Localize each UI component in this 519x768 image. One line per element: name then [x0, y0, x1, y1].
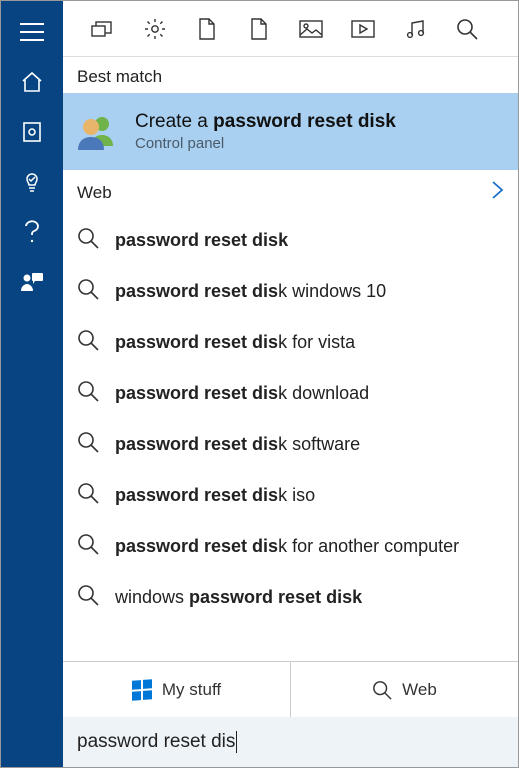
photo-icon: [299, 20, 323, 38]
search-icon: [77, 329, 99, 356]
lightbulb-check-icon: [20, 170, 44, 194]
help-button[interactable]: [1, 207, 63, 257]
best-match-title: Create a password reset disk: [135, 111, 396, 133]
notebook-icon: [21, 121, 43, 143]
web-result[interactable]: password reset disk iso: [63, 470, 518, 521]
search-icon: [77, 584, 99, 611]
web-result[interactable]: password reset disk: [63, 215, 518, 266]
my-stuff-button[interactable]: My stuff: [63, 662, 290, 717]
cortana-sidebar: [1, 1, 63, 767]
web-result[interactable]: password reset disk for vista: [63, 317, 518, 368]
search-icon: [372, 680, 392, 700]
web-result[interactable]: password reset disk software: [63, 419, 518, 470]
search-icon: [77, 482, 99, 509]
text-caret: [236, 731, 237, 753]
home-button[interactable]: [1, 57, 63, 107]
settings-filter[interactable]: [143, 17, 167, 41]
document-icon: [198, 18, 216, 40]
best-match-subtitle: Control panel: [135, 135, 396, 152]
folder-icon: [250, 18, 268, 40]
search-icon: [456, 18, 478, 40]
web-label: Web: [77, 183, 112, 203]
web-scope-label: Web: [402, 680, 437, 700]
windows-logo-icon: [132, 679, 152, 700]
search-icon: [77, 380, 99, 407]
tips-button[interactable]: [1, 157, 63, 207]
search-panel: Best match Create a password reset disk …: [63, 1, 518, 767]
gear-icon: [144, 18, 166, 40]
videos-filter[interactable]: [351, 17, 375, 41]
video-icon: [351, 20, 375, 38]
web-results-list: password reset disk password reset disk w…: [63, 211, 518, 661]
search-query-text: password reset dis: [77, 731, 235, 753]
my-stuff-label: My stuff: [162, 680, 221, 700]
best-match-result[interactable]: Create a password reset disk Control pan…: [63, 93, 518, 170]
feedback-button[interactable]: [1, 257, 63, 307]
search-icon: [77, 533, 99, 560]
best-match-label: Best match: [77, 67, 162, 87]
web-result[interactable]: password reset disk windows 10: [63, 266, 518, 317]
home-icon: [20, 70, 44, 94]
search-icon: [77, 227, 99, 254]
music-filter[interactable]: [403, 17, 427, 41]
search-input[interactable]: password reset dis: [63, 717, 518, 767]
web-result[interactable]: password reset disk download: [63, 368, 518, 419]
web-scope-button[interactable]: Web: [290, 662, 518, 717]
menu-button[interactable]: [1, 7, 63, 57]
web-result-text: password reset disk iso: [115, 485, 315, 506]
hamburger-icon: [19, 22, 45, 42]
web-result[interactable]: windows password reset disk: [63, 572, 518, 623]
web-result-text: password reset disk download: [115, 383, 369, 404]
web-result-text: password reset disk: [115, 230, 288, 251]
search-icon: [77, 278, 99, 305]
web-result-text: password reset disk software: [115, 434, 360, 455]
web-result-text: password reset disk windows 10: [115, 281, 386, 302]
best-match-text: Create a password reset disk Control pan…: [135, 111, 396, 152]
music-icon: [404, 18, 426, 40]
best-match-header[interactable]: Best match: [63, 57, 518, 93]
user-accounts-icon: [77, 112, 117, 152]
web-header[interactable]: Web: [63, 170, 518, 211]
folders-filter[interactable]: [247, 17, 271, 41]
notebook-button[interactable]: [1, 107, 63, 157]
web-result[interactable]: password reset disk for another computer: [63, 521, 518, 572]
question-icon: [22, 219, 42, 245]
scope-filters: My stuff Web: [63, 661, 518, 717]
web-result-text: windows password reset disk: [115, 587, 362, 608]
chevron-right-icon: [490, 180, 504, 205]
documents-filter[interactable]: [195, 17, 219, 41]
person-chat-icon: [20, 271, 44, 293]
apps-filter[interactable]: [91, 17, 115, 41]
search-icon: [77, 431, 99, 458]
apps-icon: [91, 19, 115, 39]
web-search-filter[interactable]: [455, 17, 479, 41]
filter-toolbar: [63, 1, 518, 57]
web-result-text: password reset disk for another computer: [115, 536, 459, 557]
photos-filter[interactable]: [299, 17, 323, 41]
web-result-text: password reset disk for vista: [115, 332, 355, 353]
